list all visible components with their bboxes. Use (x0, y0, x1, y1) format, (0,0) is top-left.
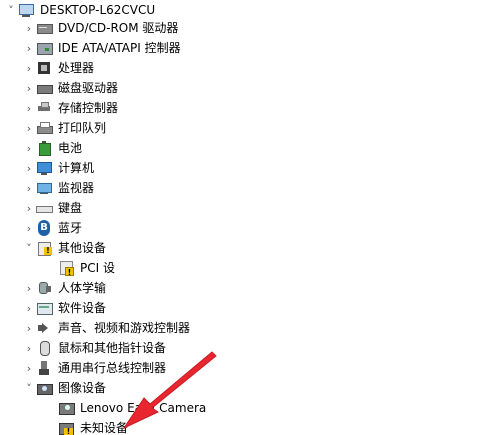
category-disk-drives[interactable]: › 磁盘驱动器 (22, 78, 118, 98)
hid-icon (36, 280, 52, 296)
chevron-right-icon[interactable]: › (22, 38, 36, 58)
device-label: Lenovo Easy Camera (80, 401, 207, 415)
category-usb[interactable]: › 通用串行总线控制器 (22, 358, 166, 378)
category-label: 图像设备 (58, 381, 107, 395)
category-label: 声音、视频和游戏控制器 (58, 321, 191, 335)
chevron-right-icon[interactable]: › (22, 78, 36, 98)
category-label: 软件设备 (58, 301, 107, 315)
chevron-down-icon[interactable]: ˅ (4, 0, 18, 20)
chevron-right-icon[interactable]: › (22, 278, 36, 298)
category-label: 存储控制器 (58, 101, 119, 115)
disk-drive-icon (36, 80, 53, 96)
device-lenovo-camera[interactable]: Lenovo Easy Camera (58, 398, 206, 418)
category-label: 打印队列 (58, 121, 107, 135)
category-label: DVD/CD-ROM 驱动器 (58, 21, 179, 35)
software-device-icon (36, 300, 53, 316)
category-storage-controllers[interactable]: › 存储控制器 (22, 98, 118, 118)
category-label: 键盘 (58, 201, 83, 215)
root-label: DESKTOP-L62CVCU (40, 3, 156, 17)
other-devices-icon (36, 240, 52, 256)
ide-controller-icon (36, 40, 53, 56)
category-bluetooth[interactable]: › 蓝牙 (22, 218, 82, 238)
bluetooth-icon (36, 220, 52, 236)
chevron-right-icon[interactable]: › (22, 198, 36, 218)
category-other-devices[interactable]: ˅ 其他设备 (22, 238, 106, 258)
tree-root[interactable]: ˅ DESKTOP-L62CVCU (4, 0, 155, 20)
chevron-right-icon[interactable]: › (22, 298, 36, 318)
chevron-right-icon[interactable]: › (22, 218, 36, 238)
category-label: 人体学输​ (58, 281, 107, 295)
category-software-devices[interactable]: › 软件设备 (22, 298, 106, 318)
category-sound-video-game[interactable]: › 声音、视频和游戏控制器 (22, 318, 190, 338)
chevron-right-icon[interactable]: › (22, 358, 36, 378)
category-label: 监视器 (58, 181, 95, 195)
device-label: 未知设备 (80, 421, 129, 435)
category-label: IDE ATA/ATAPI 控制器 (58, 41, 181, 55)
usb-icon (36, 360, 52, 376)
camera-device-icon (58, 400, 75, 416)
unknown-device-warning-icon (58, 420, 74, 435)
chevron-right-icon[interactable]: › (22, 138, 36, 158)
chevron-right-icon[interactable]: › (22, 338, 36, 358)
category-label: 蓝牙 (58, 221, 83, 235)
category-ide[interactable]: › IDE ATA/ATAPI 控制器 (22, 38, 181, 58)
computer-monitor-icon (36, 160, 52, 176)
chevron-down-icon[interactable]: ˅ (22, 378, 36, 398)
keyboard-icon (36, 200, 53, 216)
dvd-drive-icon (36, 20, 53, 36)
category-hid[interactable]: › 人体学输​ (22, 278, 106, 298)
category-label: 通用串行总线控制器 (58, 361, 167, 375)
computer-icon (18, 2, 34, 18)
category-label: 鼠标和其他指针设备 (58, 341, 167, 355)
device-pci[interactable]: PCI 设 (58, 258, 115, 278)
chevron-right-icon[interactable]: › (22, 18, 36, 38)
chevron-right-icon[interactable]: › (22, 118, 36, 138)
category-computer[interactable]: › 计算机 (22, 158, 94, 178)
chevron-down-icon[interactable]: ˅ (22, 238, 36, 258)
battery-icon (36, 140, 52, 156)
category-print-queues[interactable]: › 打印队列 (22, 118, 106, 138)
category-label: 其他设备 (58, 241, 107, 255)
category-imaging-devices[interactable]: ˅ 图像设备 (22, 378, 106, 398)
chevron-right-icon[interactable]: › (22, 178, 36, 198)
category-processor[interactable]: › 处理器 (22, 58, 94, 78)
mouse-icon (36, 340, 52, 356)
storage-controller-icon (36, 100, 52, 116)
category-label: 磁盘驱动器 (58, 81, 119, 95)
category-label: 处理器 (58, 61, 95, 75)
warning-device-icon (58, 260, 74, 276)
category-monitors[interactable]: › 监视器 (22, 178, 94, 198)
category-batteries[interactable]: › 电池 (22, 138, 82, 158)
chevron-right-icon[interactable]: › (22, 318, 36, 338)
chevron-right-icon[interactable]: › (22, 58, 36, 78)
display-monitor-icon (36, 180, 52, 196)
camera-icon (36, 380, 53, 396)
device-unknown[interactable]: 未知设备 (58, 418, 128, 435)
chevron-right-icon[interactable]: › (22, 98, 36, 118)
category-dvd[interactable]: › DVD/CD-ROM 驱动器 (22, 18, 179, 38)
device-label: PCI 设 (80, 261, 115, 275)
category-mice[interactable]: › 鼠标和其他指针设备 (22, 338, 166, 358)
printer-icon (36, 120, 53, 136)
category-label: 计算机 (58, 161, 95, 175)
processor-icon (36, 60, 52, 76)
sound-icon (36, 320, 52, 336)
chevron-right-icon[interactable]: › (22, 158, 36, 178)
category-label: 电池 (58, 141, 83, 155)
category-keyboards[interactable]: › 键盘 (22, 198, 82, 218)
